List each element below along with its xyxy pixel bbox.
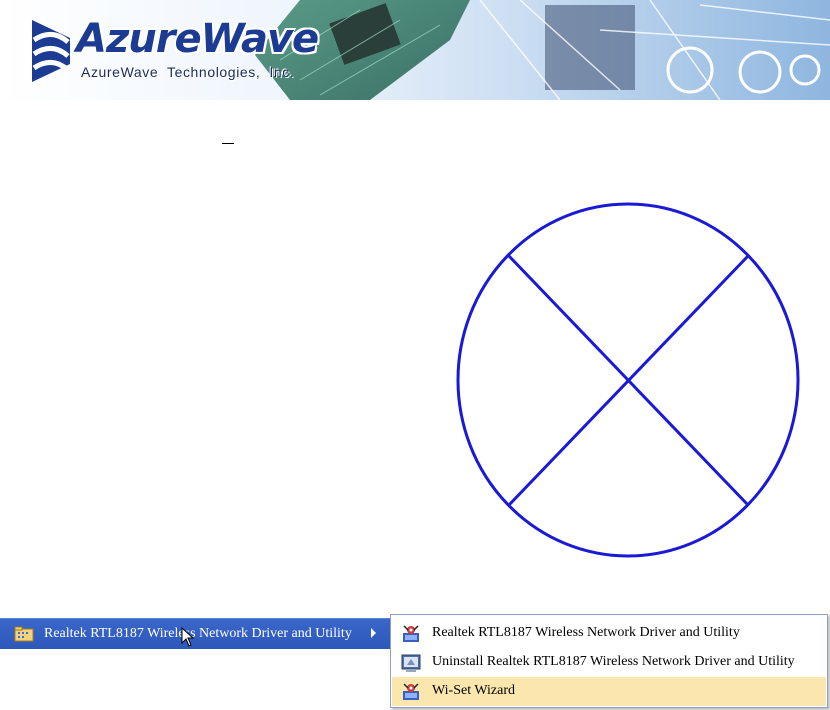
underscore-mark <box>222 143 234 144</box>
programs-menu-item[interactable]: Realtek RTL8187 Wireless Network Driver … <box>0 618 390 649</box>
azurewave-logo-icon <box>32 20 70 82</box>
programs-menu-label: Realtek RTL8187 Wireless Network Driver … <box>44 626 352 641</box>
brand-name: AzureWave <box>76 16 319 62</box>
wizard-app-icon <box>403 683 419 700</box>
mouse-cursor-icon <box>181 627 195 647</box>
menu-item-label: Realtek RTL8187 Wireless Network Driver … <box>432 625 740 640</box>
menu-item-driver-utility[interactable]: Realtek RTL8187 Wireless Network Driver … <box>392 619 826 648</box>
menu-item-uninstall[interactable]: Uninstall Realtek RTL8187 Wireless Netwo… <box>392 648 826 677</box>
program-folder-icon <box>14 626 34 642</box>
menu-item-label: Wi-Set Wizard <box>432 683 515 698</box>
broken-image-placeholder-icon <box>456 202 800 558</box>
submenu-arrow-icon <box>371 628 376 638</box>
menu-item-wi-set-wizard[interactable]: Wi-Set Wizard <box>392 677 826 706</box>
brand-subtitle: AzureWave Technologies, Inc. <box>81 64 295 80</box>
header-banner: AzureWave AzureWave Technologies, Inc. <box>0 0 830 100</box>
uninstall-icon <box>401 654 421 672</box>
utility-app-icon <box>403 625 419 642</box>
program-submenu: Realtek RTL8187 Wireless Network Driver … <box>390 614 828 708</box>
menu-item-label: Uninstall Realtek RTL8187 Wireless Netwo… <box>432 654 795 669</box>
